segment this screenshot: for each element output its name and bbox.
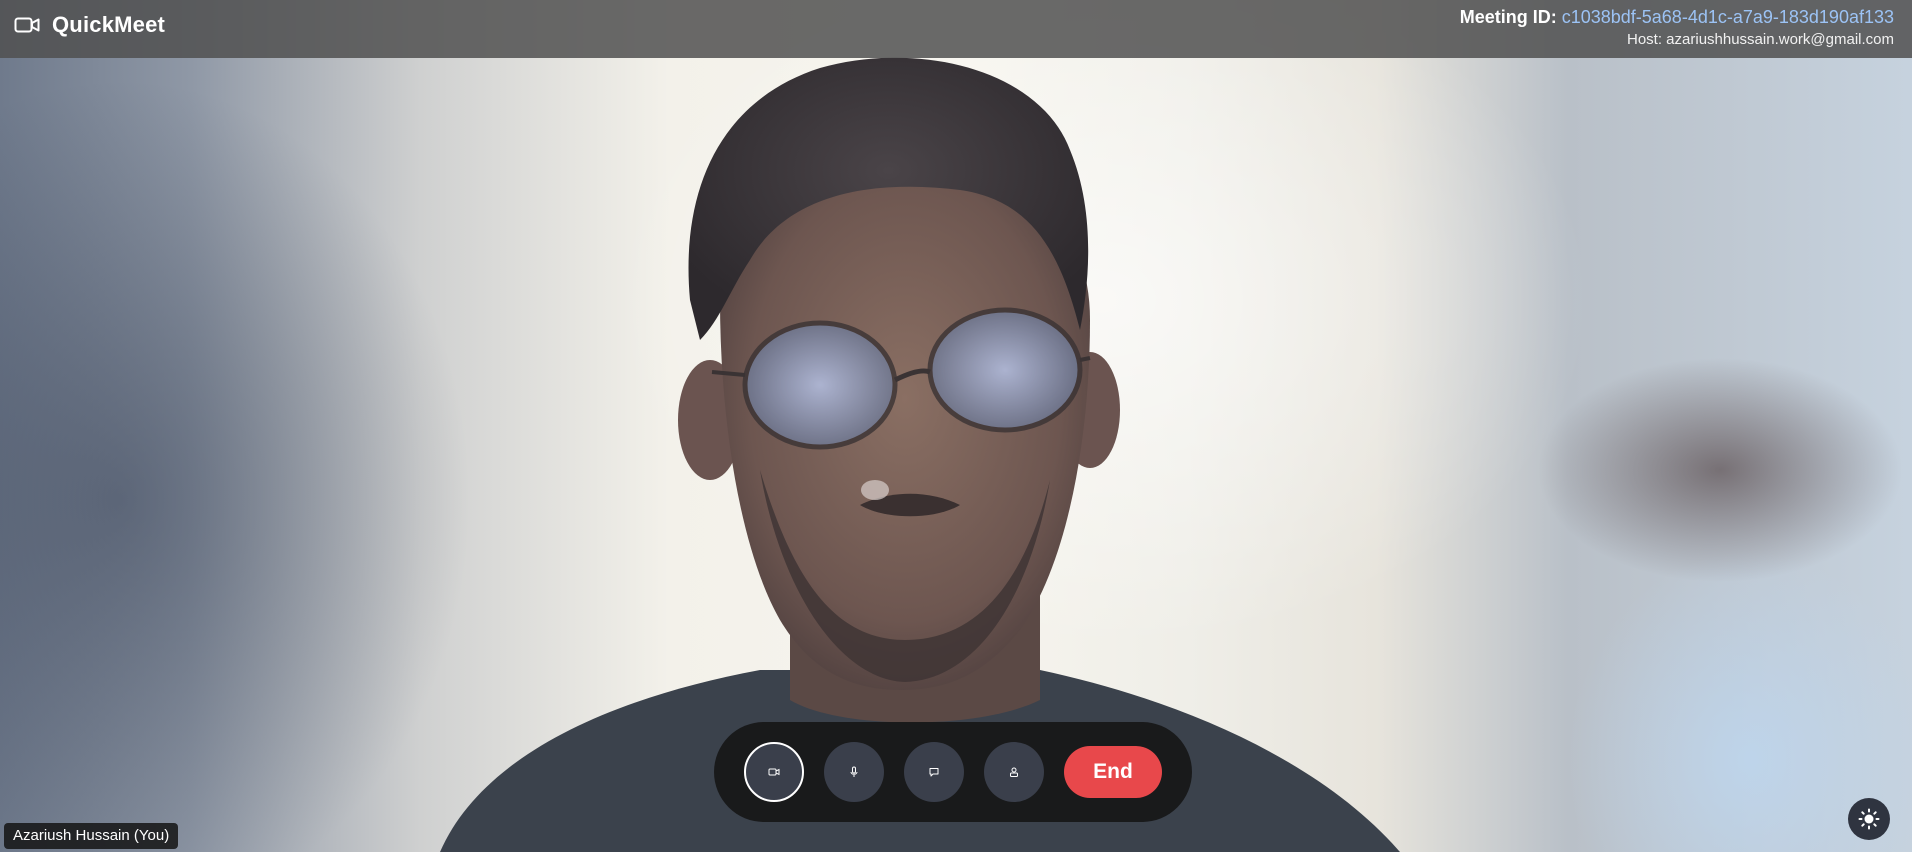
video-camera-icon <box>768 768 780 776</box>
camera-toggle-button[interactable] <box>744 742 804 802</box>
participants-icon <box>1010 767 1018 777</box>
video-camera-icon <box>14 17 40 33</box>
sun-icon <box>1858 808 1880 830</box>
microphone-icon <box>850 766 858 777</box>
control-bar: End <box>714 722 1192 822</box>
end-call-button[interactable]: End <box>1064 746 1162 798</box>
chat-bubble-icon <box>929 768 939 777</box>
meeting-id-value[interactable]: c1038bdf-5a68-4d1c-a7a9-183d190af133 <box>1562 7 1894 27</box>
meeting-id: Meeting ID: c1038bdf-5a68-4d1c-a7a9-183d… <box>1460 6 1894 28</box>
microphone-toggle-button[interactable] <box>824 742 884 802</box>
participants-button[interactable] <box>984 742 1044 802</box>
host-info: Host: azariushhussain.work@gmail.com <box>1627 31 1894 48</box>
brand: QuickMeet <box>14 12 165 38</box>
meeting-id-label: Meeting ID: <box>1459 7 1557 27</box>
app-name: QuickMeet <box>52 12 166 37</box>
meeting-info: Meeting ID: c1038bdf-5a68-4d1c-a7a9-183d… <box>1460 6 1894 50</box>
top-bar: QuickMeet Meeting ID: c1038bdf-5a68-4d1c… <box>0 0 1912 58</box>
meeting-screen: QuickMeet Meeting ID: c1038bdf-5a68-4d1c… <box>0 0 1912 852</box>
theme-toggle-button[interactable] <box>1848 798 1890 840</box>
participant-name-tag: Azariush Hussain (You) <box>4 823 179 849</box>
chat-button[interactable] <box>904 742 964 802</box>
